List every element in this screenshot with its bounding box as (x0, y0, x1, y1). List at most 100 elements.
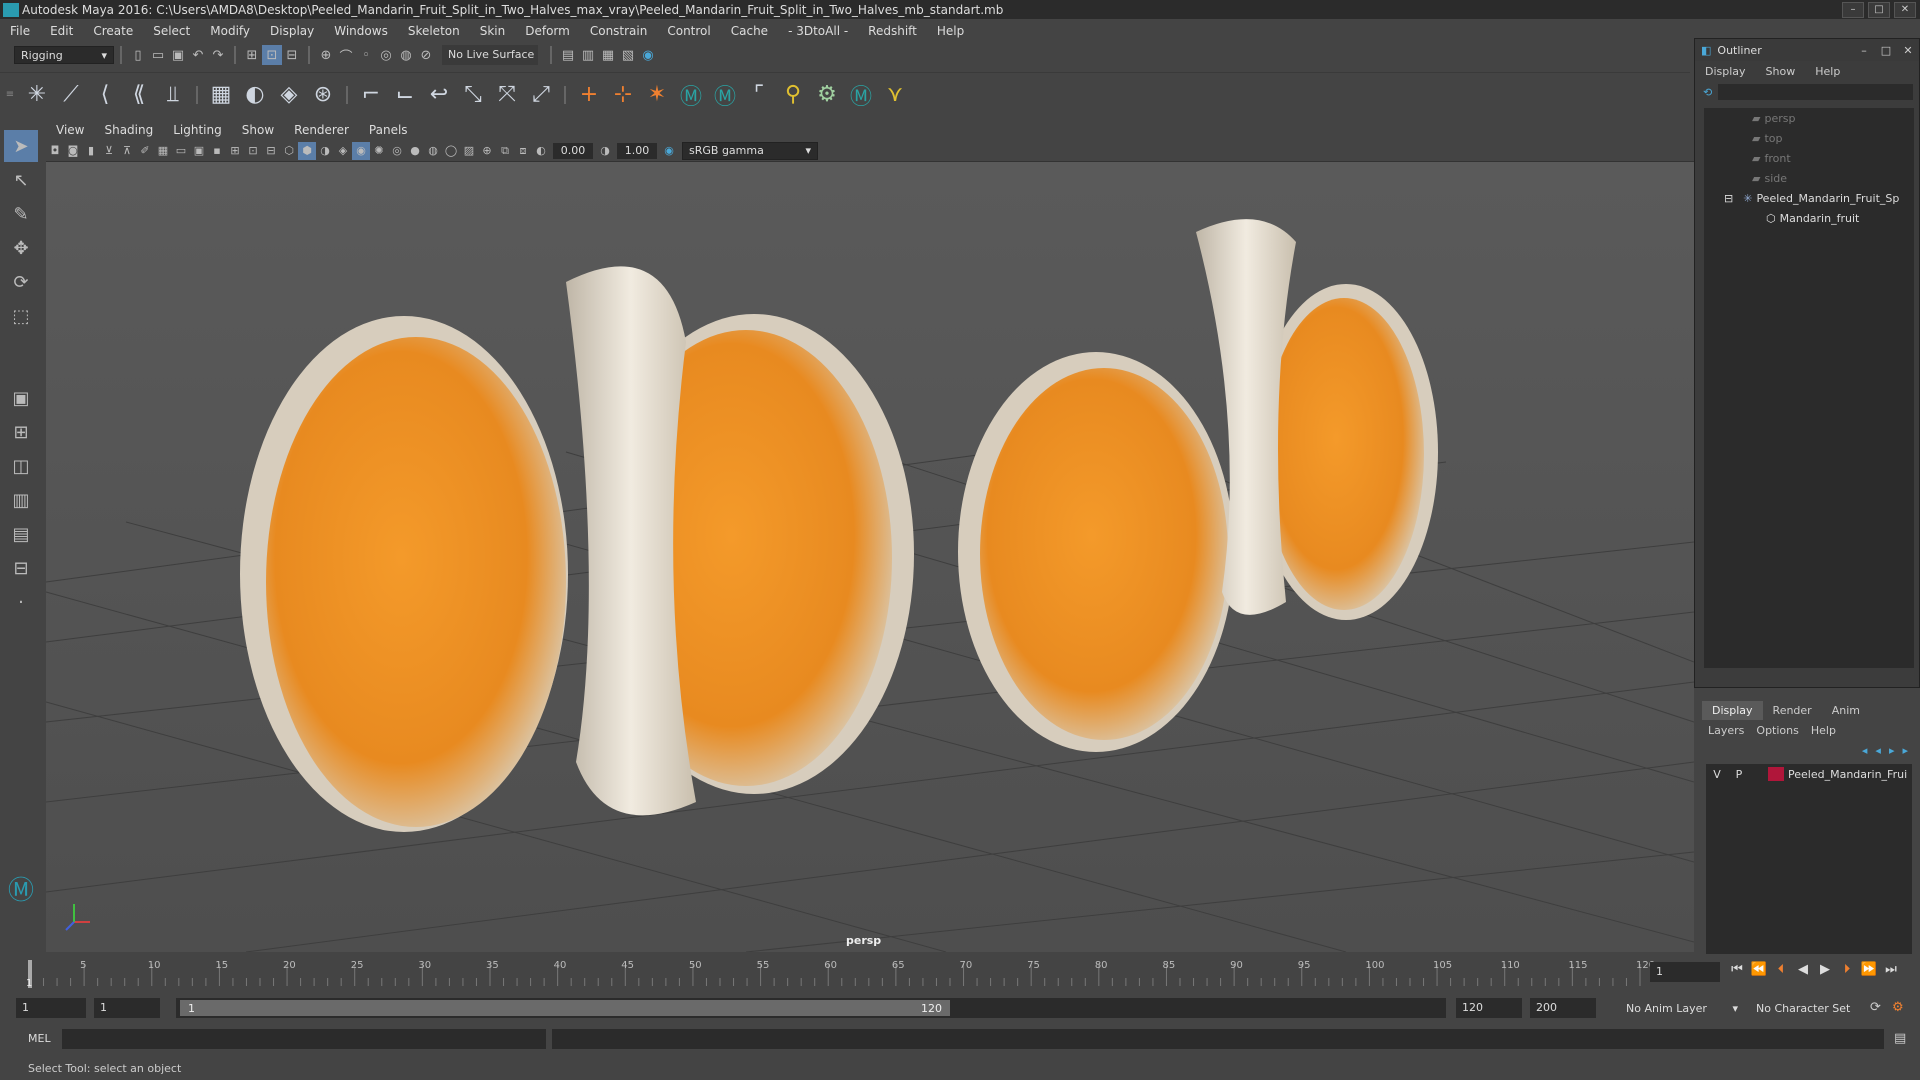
current-time-field[interactable]: 1 (1650, 962, 1720, 982)
bind-skin-icon[interactable]: ⌐ (354, 78, 388, 112)
side-by-side-icon[interactable]: ◫ (4, 450, 38, 482)
menu-control[interactable]: Control (657, 24, 720, 38)
motion-blur-icon[interactable]: ◍ (424, 142, 442, 160)
isolate-select-icon[interactable]: ⊕ (478, 142, 496, 160)
hik-char-icon[interactable]: Ⓜ (708, 78, 742, 112)
new-scene-icon[interactable]: ▯ (128, 45, 148, 65)
new-layer-icon[interactable]: ▸ (1889, 744, 1895, 757)
select-component-icon[interactable]: ⊟ (282, 45, 302, 65)
image-plane-icon[interactable]: ⊻ (100, 142, 118, 160)
exposure-icon[interactable]: ◐ (532, 142, 550, 160)
resolution-gate-icon[interactable]: ▣ (190, 142, 208, 160)
weights-icon[interactable]: ⤡ (456, 78, 490, 112)
persp-outliner-icon[interactable]: ▥ (4, 484, 38, 516)
character-set-dropdown[interactable]: No Character Set (1750, 999, 1868, 1017)
persp-graph-icon[interactable]: ▤ (4, 518, 38, 550)
exposure-field[interactable]: 0.00 (553, 142, 593, 159)
menu-skin[interactable]: Skin (470, 24, 516, 38)
make-live-icon[interactable]: ⊘ (416, 45, 436, 65)
anim-layer-dropdown[interactable]: No Anim Layer ▾ (1620, 999, 1744, 1017)
go-to-start-icon[interactable]: ⏮ (1726, 962, 1748, 977)
menu-skeleton[interactable]: Skeleton (398, 24, 470, 38)
go-to-end-icon[interactable]: ⏭ (1880, 962, 1902, 977)
influence-icon[interactable]: ⤧ (490, 78, 524, 112)
close-button[interactable]: ✕ (1897, 44, 1919, 57)
xray-joints-icon[interactable]: ⧉ (496, 142, 514, 160)
new-layer-selected-icon[interactable]: ▸ (1902, 744, 1908, 757)
gamma-icon[interactable]: ◑ (596, 142, 614, 160)
play-forward-icon[interactable]: ▶ (1814, 962, 1836, 977)
menu-cache[interactable]: Cache (721, 24, 778, 38)
camera-select-icon[interactable]: ◘ (46, 142, 64, 160)
menu-help[interactable]: Help (927, 24, 974, 38)
save-scene-icon[interactable]: ▣ (168, 45, 188, 65)
ipr-render-icon[interactable]: ▦ (598, 45, 618, 65)
more-layouts-icon[interactable]: · (4, 586, 38, 618)
redo-icon[interactable]: ↷ (208, 45, 228, 65)
outliner-item[interactable]: ▰ top (1704, 128, 1914, 148)
safe-title-icon[interactable]: ⊟ (262, 142, 280, 160)
undo-icon[interactable]: ↶ (188, 45, 208, 65)
hik-control-icon[interactable]: Ⓜ (844, 78, 878, 112)
move-tool-icon[interactable]: ✥ (4, 232, 38, 264)
menu-edit[interactable]: Edit (40, 24, 83, 38)
mirror-weights-icon[interactable]: ⤢ (524, 78, 558, 112)
gamma-field[interactable]: 1.00 (617, 142, 657, 159)
layer-row[interactable]: V P Peeled_Mandarin_Frui (1706, 764, 1912, 784)
unbind-icon[interactable]: ⌙ (388, 78, 422, 112)
menu-modify[interactable]: Modify (200, 24, 260, 38)
open-scene-icon[interactable]: ▭ (148, 45, 168, 65)
quick-rig-icon[interactable]: ⋎ (878, 78, 912, 112)
scale-tool-icon[interactable]: ⬚ (4, 300, 38, 332)
maximize-button[interactable]: □ (1868, 1, 1890, 18)
auto-key-icon[interactable]: ⟳ (1870, 1000, 1881, 1015)
cmd-language-label[interactable]: MEL (28, 1032, 51, 1045)
ambient-occlusion-icon[interactable]: ● (406, 142, 424, 160)
vp-menu-shading[interactable]: Shading (94, 123, 163, 137)
layer-color-swatch[interactable] (1768, 767, 1784, 781)
step-back-key-icon[interactable]: ⏪ (1748, 962, 1770, 977)
color-space-dropdown[interactable]: sRGB gamma ▾ (682, 141, 818, 160)
outliner-search-input[interactable] (1718, 84, 1913, 100)
xray-active-icon[interactable]: ⧈ (514, 142, 532, 160)
insert-joint-icon[interactable]: ⟪ (122, 78, 156, 112)
textured-icon[interactable]: ◈ (334, 142, 352, 160)
menu-file[interactable]: File (0, 24, 40, 38)
outliner-item[interactable]: ▰ front (1704, 148, 1914, 168)
outliner-menu-display[interactable]: Display (1695, 65, 1756, 78)
paint-select-icon[interactable]: ✎ (4, 198, 38, 230)
blendshape-icon[interactable]: ⚙ (810, 78, 844, 112)
outliner-item[interactable]: ▰ persp (1704, 108, 1914, 128)
step-forward-frame-icon[interactable]: ⏵ (1836, 962, 1858, 977)
film-gate-icon[interactable]: ▭ (172, 142, 190, 160)
lasso-tool-icon[interactable]: ↖ (4, 164, 38, 196)
snap-view-icon[interactable]: ◎ (376, 45, 396, 65)
collapse-icon[interactable]: ⊟ (1724, 192, 1733, 205)
2d-pan-icon[interactable]: ⊼ (118, 142, 136, 160)
wireframe-icon[interactable]: ⬡ (280, 142, 298, 160)
nonlinear-icon[interactable]: ⊛ (306, 78, 340, 112)
render-sequence-icon[interactable]: ▥ (578, 45, 598, 65)
grid-icon[interactable]: ▦ (154, 142, 172, 160)
mirror-joint-icon[interactable]: ⫫ (156, 78, 190, 112)
locator-icon[interactable]: + (572, 78, 606, 112)
play-back-icon[interactable]: ◀ (1792, 962, 1814, 977)
safe-action-icon[interactable]: ⊡ (244, 142, 262, 160)
color-management-icon[interactable]: ◉ (660, 142, 678, 160)
outliner-menu-show[interactable]: Show (1756, 65, 1806, 78)
menu-deform[interactable]: Deform (515, 24, 580, 38)
start-time-field[interactable]: 1 (16, 998, 86, 1018)
step-forward-key-icon[interactable]: ⏩ (1858, 962, 1880, 977)
vp-menu-panels[interactable]: Panels (359, 123, 418, 137)
grease-pencil-icon[interactable]: ✐ (136, 142, 154, 160)
layer-menu-help[interactable]: Help (1805, 724, 1842, 737)
hypershade-layout-icon[interactable]: ⊟ (4, 552, 38, 584)
snap-point-icon[interactable]: ◦ (356, 45, 376, 65)
preferences-icon[interactable]: ⚙ (1892, 1000, 1904, 1015)
script-editor-icon[interactable]: ▤ (1894, 1031, 1906, 1046)
tab-render[interactable]: Render (1763, 701, 1822, 720)
rotate-tool-icon[interactable]: ⟳ (4, 266, 38, 298)
move-layer-up-icon[interactable]: ◂ (1862, 744, 1868, 757)
minimize-button[interactable]: – (1853, 44, 1875, 57)
minimize-button[interactable]: – (1842, 1, 1864, 18)
